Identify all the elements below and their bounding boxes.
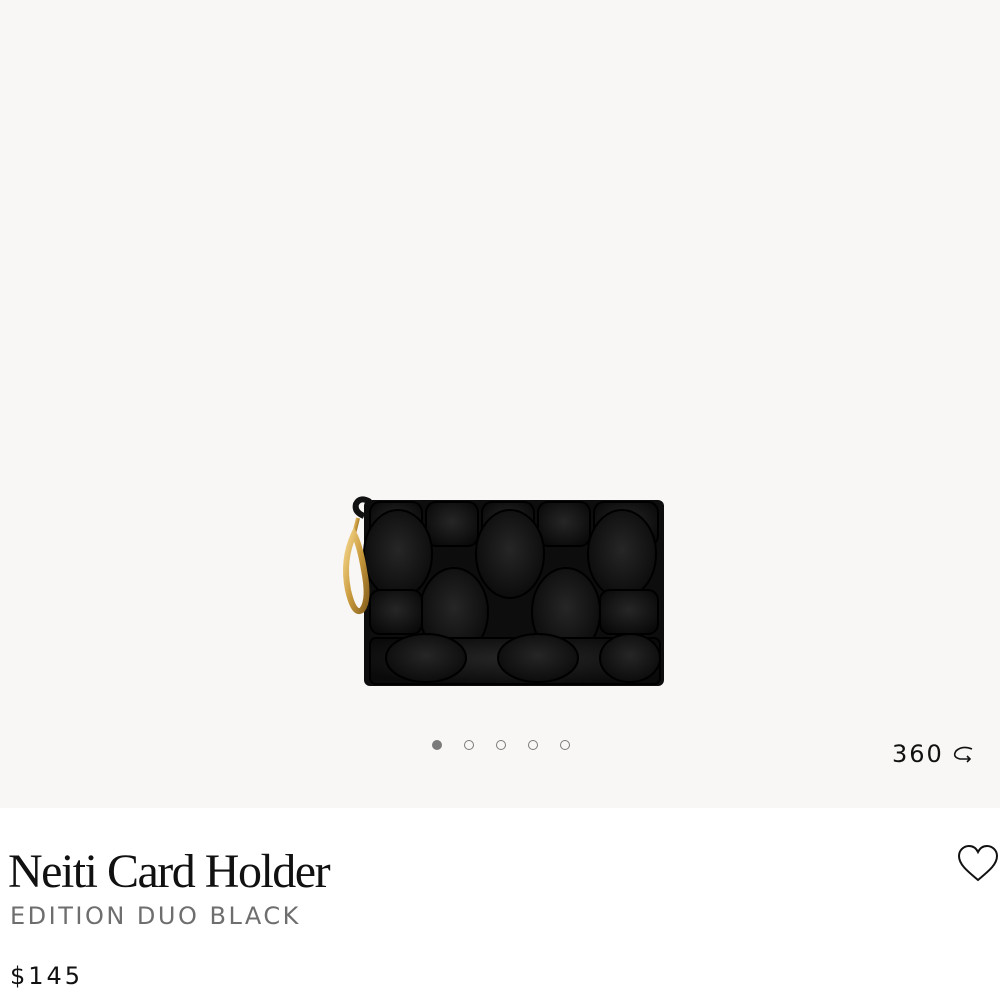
carousel-dot[interactable] [464, 740, 474, 750]
product-image [343, 496, 664, 686]
product-info: Neiti Card Holder EDITION DUO BLACK $145 [0, 808, 1000, 1000]
view-360-button[interactable]: 360 [892, 740, 976, 768]
carousel-dot[interactable] [496, 740, 506, 750]
carousel-dots [432, 740, 570, 750]
carousel-dot[interactable] [560, 740, 570, 750]
view-360-label: 360 [892, 740, 944, 768]
heart-icon[interactable] [956, 844, 1000, 884]
product-edition: EDITION DUO BLACK [10, 902, 301, 930]
product-price: $145 [10, 962, 84, 990]
carousel-dot[interactable] [528, 740, 538, 750]
rotate-icon [953, 746, 973, 763]
product-gallery[interactable]: 360 [0, 0, 1000, 808]
product-title: Neiti Card Holder [8, 845, 331, 898]
carousel-dot[interactable] [432, 740, 442, 750]
